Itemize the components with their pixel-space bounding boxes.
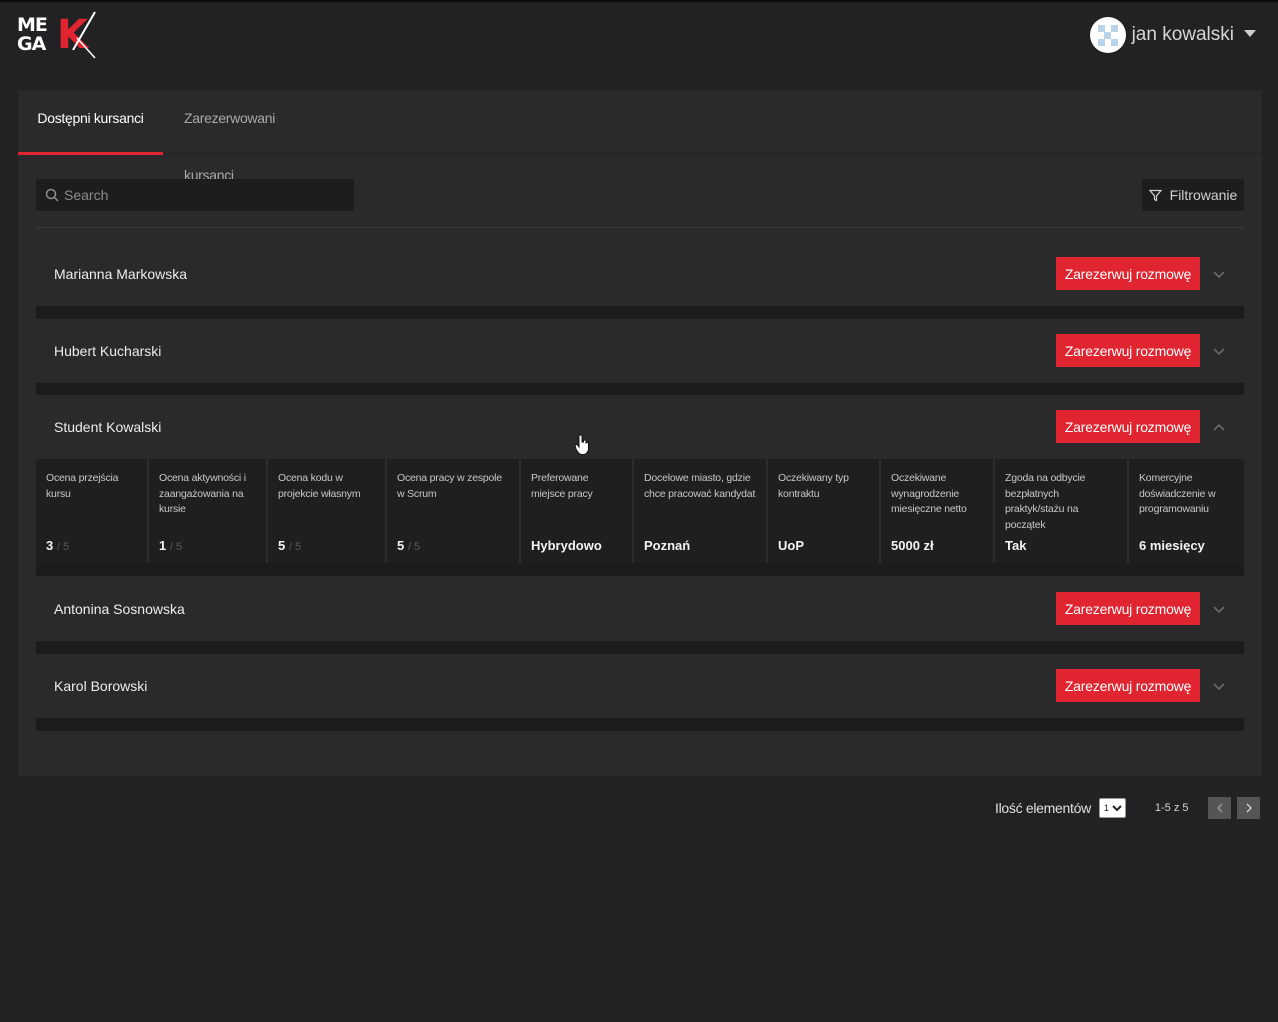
detail-label: Ocena aktywności i zaangażowania na kurs… [159,472,246,515]
detail-course-grade: Ocena przejścia kursu 3 / 5 [36,459,149,563]
detail-value: UoP [778,538,804,553]
detail-contract-type: Oczekiwany typ kontraktu UoP [768,459,881,563]
student-name: Hubert Kucharski [54,343,162,359]
caret-down-icon[interactable] [1244,29,1256,37]
detail-label: Preferowane miejsce pracy [531,472,593,500]
main-panel: Dostępni kursanci Zarezerwowani kursanci… [18,90,1262,776]
detail-value: 5000 zł [891,538,934,553]
prev-page-button[interactable] [1208,797,1231,819]
detail-value: 1 / 5 [159,538,183,553]
detail-label: Oczekiwany typ kontraktu [778,472,849,500]
student-details: Ocena przejścia kursu 3 / 5 Ocena aktywn… [36,459,1244,563]
top-bar: ME GA K jan kowalski [0,0,1278,66]
student-name: Student Kowalski [54,419,162,435]
detail-value: 5 / 5 [397,538,421,553]
detail-label: Komercyjne doświadczenie w programowaniu [1139,472,1216,515]
items-per-page-label: Ilość elementów [995,800,1091,816]
book-interview-button[interactable]: Zarezerwuj rozmowę [1056,669,1200,702]
detail-scrum-grade: Ocena pracy w zespole w Scrum 5 / 5 [387,459,521,563]
book-interview-button[interactable]: Zarezerwuj rozmowę [1056,334,1200,367]
tab-label: Zarezerwowani kursanci [184,110,276,183]
student-row: Karol Borowski Zarezerwuj rozmowę [36,654,1244,731]
avatar [1089,17,1126,53]
filter-button[interactable]: Filtrowanie [1142,179,1244,211]
detail-work-place: Preferowane miejsce pracy Hybrydowo [521,459,634,563]
student-row-header[interactable]: Hubert Kucharski Zarezerwuj rozmowę [36,319,1244,383]
detail-value: 5 / 5 [278,538,302,553]
hand-pointer-cursor-icon [574,434,589,455]
detail-commercial-experience: Komercyjne doświadczenie w programowaniu… [1129,459,1244,563]
book-interview-button[interactable]: Zarezerwuj rozmowę [1056,257,1200,290]
items-per-page-select[interactable]: 10 [1098,798,1126,818]
detail-unpaid-internship: Zgoda na odbycie bezpłatnych praktyk/sta… [995,459,1129,563]
filter-funnel-icon [1148,189,1162,201]
tab-reserved-students[interactable]: Zarezerwowani kursanci [184,90,324,183]
detail-label: Zgoda na odbycie bezpłatnych praktyk/sta… [1005,472,1086,531]
tab-label: Dostępni kursanci [37,110,144,126]
chevron-down-icon[interactable] [1212,344,1226,358]
detail-target-city: Docelowe miasto, gdzie chce pracować kan… [634,459,768,563]
tab-bar: Dostępni kursanci Zarezerwowani kursanci [18,90,1262,183]
user-name: jan kowalski [1131,24,1234,45]
search-box [36,179,354,211]
student-row: Marianna Markowska Zarezerwuj rozmowę [36,242,1244,319]
next-page-button[interactable] [1237,797,1260,819]
book-interview-button[interactable]: Zarezerwuj rozmowę [1056,592,1200,625]
student-row-expanded: Student Kowalski Zarezerwuj rozmowę Ocen… [36,395,1244,576]
detail-value: Poznań [644,538,691,553]
detail-value: Hybrydowo [531,538,602,553]
detail-expected-salary: Oczekiwane wynagrodzenie miesięczne nett… [881,459,995,563]
logo-text-line2: GA [17,33,46,55]
detail-label: Oczekiwane wynagrodzenie miesięczne nett… [891,472,967,515]
detail-code-grade: Ocena kodu w projekcie własnym 5 / 5 [268,459,387,563]
megak-logo[interactable]: ME GA K [17,10,99,62]
detail-label: Ocena pracy w zespole w Scrum [397,472,502,500]
detail-label: Docelowe miasto, gdzie chce pracować kan… [644,472,756,500]
student-row-header[interactable]: Antonina Sosnowska Zarezerwuj rozmowę [36,577,1244,641]
student-name: Karol Borowski [54,678,148,694]
chevron-right-icon [1246,803,1252,813]
divider [36,227,1244,228]
student-row: Antonina Sosnowska Zarezerwuj rozmowę [36,577,1244,654]
detail-value: Tak [1005,538,1027,553]
detail-label: Ocena przejścia kursu [46,472,119,500]
student-name: Marianna Markowska [54,266,188,282]
chevron-down-icon[interactable] [1212,602,1226,616]
chevron-left-icon [1216,803,1222,813]
filter-label: Filtrowanie [1169,187,1238,203]
student-row-header[interactable]: Student Kowalski Zarezerwuj rozmowę [36,395,1244,459]
chevron-down-icon[interactable] [1212,679,1226,693]
student-name: Antonina Sosnowska [54,601,185,617]
page-range-text: 1-5 z 5 [1154,802,1189,814]
active-tab-indicator [18,152,163,155]
student-row: Hubert Kucharski Zarezerwuj rozmowę [36,319,1244,396]
detail-activity-grade: Ocena aktywności i zaangażowania na kurs… [149,459,268,563]
tab-available-students[interactable]: Dostępni kursanci [18,90,163,155]
detail-value: 6 miesięcy [1139,538,1205,553]
book-interview-button[interactable]: Zarezerwuj rozmowę [1056,410,1200,443]
search-icon [45,188,59,202]
student-row-header[interactable]: Marianna Markowska Zarezerwuj rozmowę [36,242,1244,306]
detail-label: Ocena kodu w projekcie własnym [278,472,361,500]
chevron-down-icon[interactable] [1212,267,1226,281]
detail-value: 3 / 5 [46,538,70,553]
logo-slash-icon [72,11,96,59]
student-row-header[interactable]: Karol Borowski Zarezerwuj rozmowę [36,654,1244,718]
user-menu[interactable]: jan kowalski [1089,17,1256,53]
search-input[interactable] [64,179,349,211]
pagination: Ilość elementów 10 1-5 z 5 [995,796,1265,820]
chevron-up-icon[interactable] [1212,420,1226,434]
